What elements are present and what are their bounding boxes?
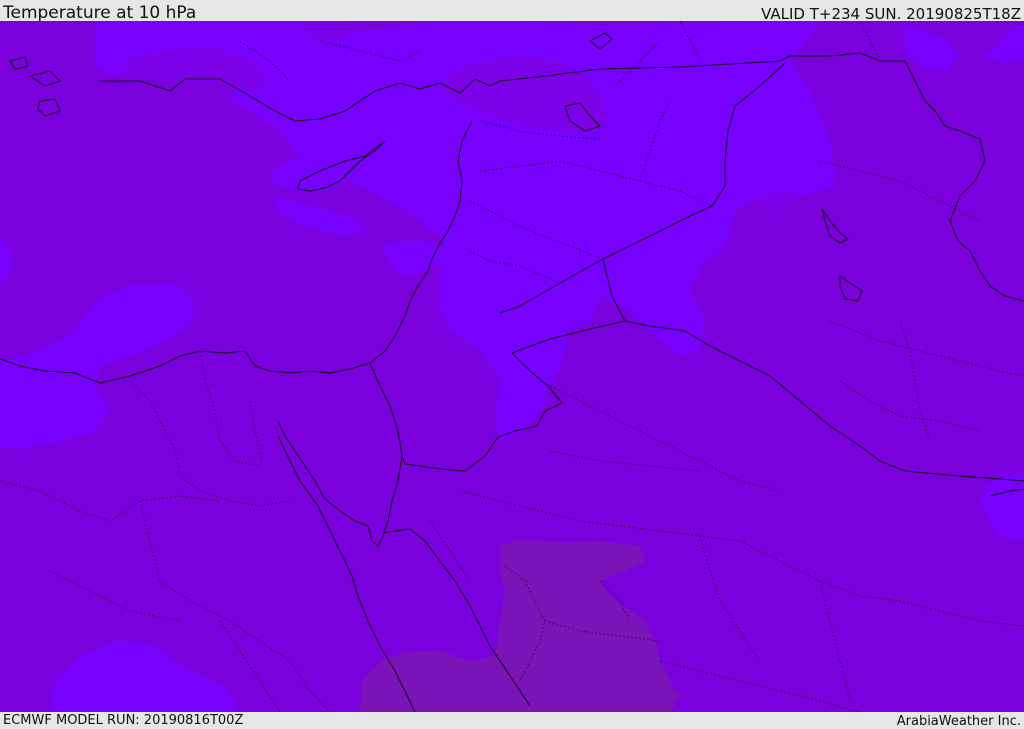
footer-bar: ECMWF MODEL RUN: 20190816T00Z ArabiaWeat…	[0, 712, 1024, 729]
model-run-label: ECMWF MODEL RUN: 20190816T00Z	[3, 713, 244, 728]
weather-map-frame: Temperature at 10 hPa VALID T+234 SUN. 2…	[0, 0, 1024, 729]
map-title: Temperature at 10 hPa	[3, 3, 197, 23]
temperature-map[interactable]	[0, 21, 1024, 712]
credit-label: ArabiaWeather Inc.	[896, 714, 1021, 729]
header-bar: Temperature at 10 hPa VALID T+234 SUN. 2…	[0, 0, 1024, 23]
map-svg	[0, 21, 1024, 712]
